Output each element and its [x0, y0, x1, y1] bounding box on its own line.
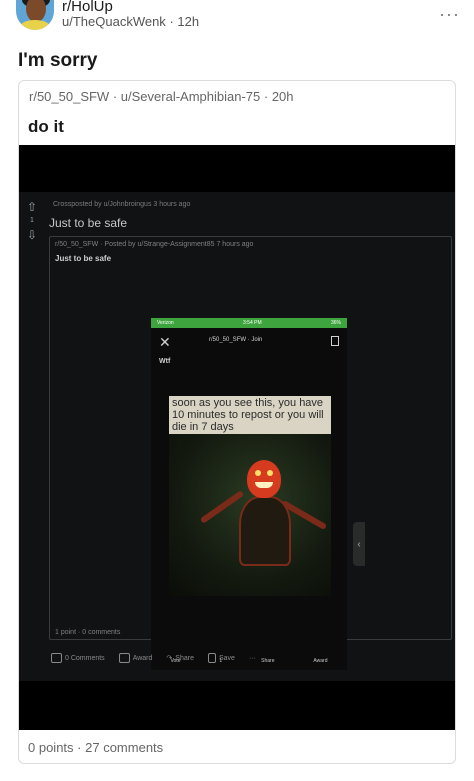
more-options-icon[interactable]: ···: [439, 4, 460, 25]
points: 0 points: [28, 740, 74, 755]
close-icon: ✕: [159, 334, 171, 350]
meme-image: soon as you see this, you have 10 minute…: [169, 396, 331, 596]
phone-screenshot: Verizon 3:54 PM 36% ✕ r/50_50_SFW · Join…: [151, 318, 347, 670]
vote-count: 1: [30, 217, 34, 224]
crosspost-footer: 0 points · 27 comments: [28, 740, 164, 755]
subreddit-link[interactable]: r/HolUp: [62, 0, 113, 15]
inner-meta: r/50_50_SFW · Posted by u/Strange-Assign…: [55, 241, 254, 248]
post-image[interactable]: ⇧ 1 ⇩ Crossposted by u/Johnbroingus 3 ho…: [19, 145, 455, 730]
xp-meta: Crossposted by u/Johnbroingus 3 hours ag…: [53, 201, 191, 208]
inner-footer: 1 point · 0 comments: [55, 629, 121, 636]
crosspost-meta: r/50_50_SFW · u/Several-Amphibian-75 · 2…: [29, 89, 294, 104]
author-link[interactable]: u/TheQuackWenk: [62, 14, 166, 29]
meme-caption: soon as you see this, you have 10 minute…: [169, 396, 331, 434]
crosspost-subreddit[interactable]: r/50_50_SFW: [29, 89, 109, 104]
inner-title: Just to be safe: [55, 254, 112, 263]
post-title: I'm sorry: [18, 50, 98, 71]
upvote-icon: ⇧: [26, 200, 38, 214]
xp-title: Just to be safe: [49, 216, 128, 230]
comment-icon: [51, 653, 62, 663]
downvote-icon: ⇩: [26, 228, 38, 242]
post-age: 12h: [177, 14, 200, 29]
crosspost-author[interactable]: u/Several-Amphibian-75: [121, 89, 260, 104]
save-icon: [207, 653, 216, 663]
crosspost-card[interactable]: r/50_50_SFW · u/Several-Amphibian-75 · 2…: [18, 80, 456, 764]
phone-post-text: Wtf: [159, 358, 171, 365]
chevron-left-icon: ‹: [353, 522, 365, 566]
meme-figure: [169, 434, 331, 596]
inner-action-bar: 0 Comments Award ↷ Share Save ···: [51, 653, 256, 663]
status-bar: Verizon 3:54 PM 36%: [151, 318, 347, 328]
phone-header: ✕ r/50_50_SFW · Join: [151, 330, 347, 352]
crosspost-title: do it: [28, 117, 64, 136]
embedded-screenshot: ⇧ 1 ⇩ Crossposted by u/Johnbroingus 3 ho…: [19, 192, 455, 681]
more-icon: ···: [248, 654, 256, 662]
avatar[interactable]: [16, 0, 54, 30]
comments-link[interactable]: 27 comments: [85, 740, 163, 755]
crosspost-age: 20h: [271, 89, 294, 104]
share-icon: ↷: [166, 655, 173, 662]
bookmark-icon: [331, 336, 339, 346]
post-meta: u/TheQuackWenk · 12h: [62, 14, 200, 29]
vote-column: ⇧ 1 ⇩: [23, 200, 41, 242]
award-icon: [118, 653, 130, 663]
phone-subreddit: r/50_50_SFW · Join: [209, 337, 263, 343]
